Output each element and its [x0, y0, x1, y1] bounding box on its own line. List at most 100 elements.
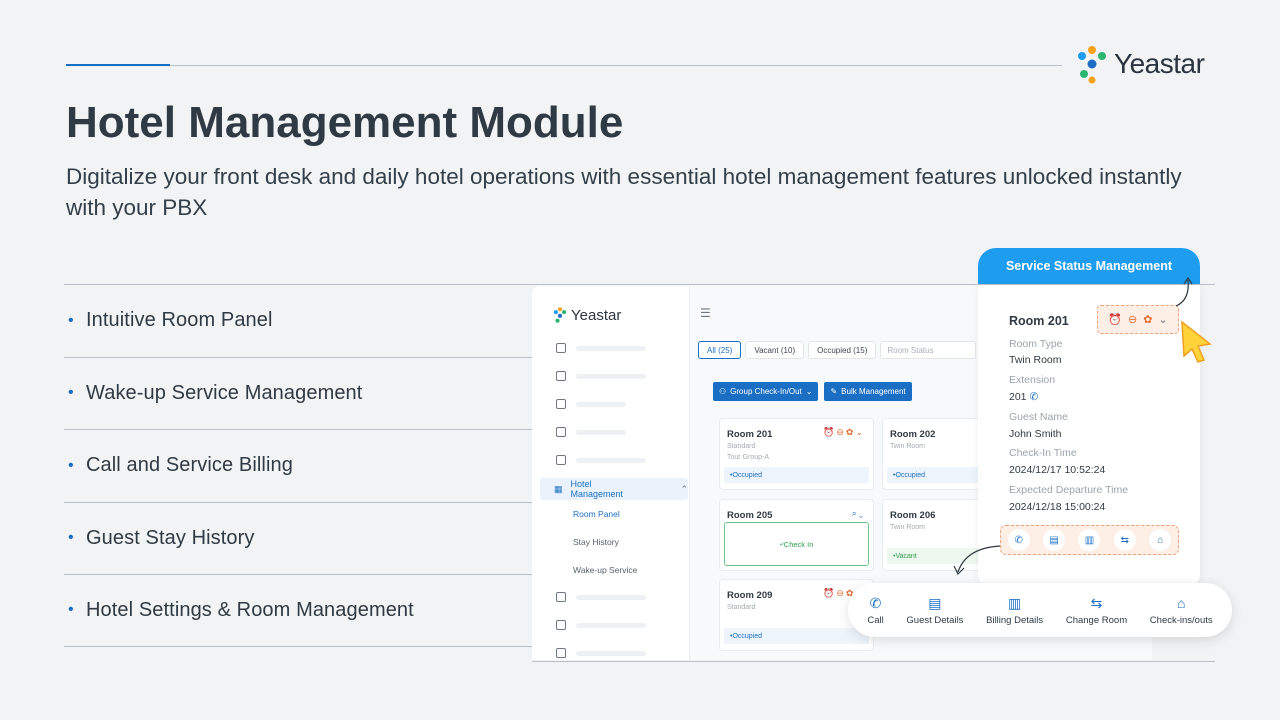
feature-label: Guest Stay History	[86, 526, 255, 549]
feature-item: • Guest Stay History	[64, 501, 532, 575]
swap-icon[interactable]: ⇆	[1113, 529, 1136, 551]
bullet-icon: •	[68, 311, 74, 329]
tool-label: Check-ins/outs	[1149, 614, 1213, 626]
service-status-management-callout: Service Status Management	[978, 248, 1200, 284]
feature-item: • Hotel Settings & Room Management	[64, 574, 532, 647]
sidebar-item[interactable]	[556, 620, 646, 630]
feature-item: • Call and Service Billing	[64, 429, 532, 502]
bulk-actions: ⚇ Group Check-In/Out ⌄ ✎ Bulk Management	[713, 382, 912, 401]
feature-item: • Intuitive Room Panel	[64, 284, 532, 357]
room-status-label: Occupied	[732, 471, 763, 479]
tool-label: Change Room	[1065, 614, 1128, 626]
phone-icon[interactable]: ✆	[1007, 529, 1030, 551]
room-type: Twin Room	[890, 524, 926, 531]
group-check-in-out-button[interactable]: ⚇ Group Check-In/Out ⌄	[713, 382, 819, 401]
microphone-icon	[556, 648, 566, 658]
room-name: Room 206	[890, 510, 936, 521]
service-status-icons[interactable]: ⏰⊖✿⌄	[823, 427, 865, 438]
room-group: Tour Group-A	[727, 454, 770, 461]
voicemail-icon	[556, 620, 566, 630]
tool-label: Billing Details	[986, 614, 1044, 626]
arrow-icon	[953, 545, 1001, 576]
group-icon: ⚇	[719, 387, 727, 396]
bullet-icon: •	[68, 456, 74, 474]
room-name: Room 205	[727, 510, 773, 521]
app-logo: Yeastar	[552, 306, 621, 324]
app-sidebar: Yeastar ▦ Hotel Management ⌃ Room Panel …	[532, 286, 690, 660]
bulk-management-button[interactable]: ✎ Bulk Management	[824, 382, 912, 401]
billing-details-button[interactable]: ▥ Billing Details	[986, 595, 1043, 626]
sidebar-placeholder	[576, 345, 646, 351]
feature-label: Hotel Settings & Room Management	[86, 598, 414, 621]
check-in-out-icon[interactable]: ⌂	[1149, 529, 1172, 551]
detail-label: Guest Name	[1009, 411, 1068, 423]
service-status-icons[interactable]: ⌕⌄	[852, 508, 865, 519]
sidebar-item[interactable]	[556, 399, 626, 409]
document-icon	[556, 371, 566, 381]
feature-item: • Wake-up Service Management	[64, 356, 532, 430]
room-card[interactable]: Room 201 ⏰⊖✿⌄ Standard Tour Group-A • Oc…	[719, 418, 874, 490]
call-button[interactable]: ✆ Call	[867, 595, 883, 626]
tool-label: Call	[867, 614, 884, 626]
sidebar-item[interactable]	[556, 592, 646, 602]
room-name: Room 209	[727, 590, 773, 601]
sidebar-item-label: Hotel Management	[570, 479, 624, 499]
sidebar-item-hotel-management[interactable]: ▦ Hotel Management ⌃	[540, 478, 688, 500]
room-type: Standard	[727, 604, 756, 611]
check-in-out-icon: ⌂	[1176, 594, 1186, 611]
quick-action-icons: ✆ ▤ ▥ ⇆ ⌂	[1000, 525, 1179, 555]
detail-value: 201 ✆	[1009, 391, 1038, 403]
sidebar-item[interactable]	[556, 427, 626, 437]
detail-value: 2024/12/17 10:52:24	[1009, 464, 1106, 476]
edit-icon: ✎	[830, 387, 838, 396]
brand-name: Yeastar	[1114, 48, 1205, 79]
sidebar-subitem-room-panel[interactable]: Room Panel	[573, 509, 620, 519]
filter-all[interactable]: All (25)	[698, 341, 742, 359]
room-status: • Occupied	[724, 628, 869, 644]
room-status-label: Occupied	[895, 471, 926, 479]
change-room-button[interactable]: ⇆ Change Room	[1066, 595, 1127, 626]
header-rule-accent	[66, 64, 170, 66]
sidebar-subitem-stay-history[interactable]: Stay History	[573, 537, 619, 547]
sidebar-item[interactable]	[556, 455, 646, 465]
document-icon	[556, 592, 566, 602]
detail-value: Twin Room	[1009, 354, 1062, 366]
sidebar-placeholder	[576, 622, 646, 628]
header-rule	[66, 65, 1062, 66]
room-filters: All (25) Vacant (10) Occupied (15) Room …	[698, 341, 977, 359]
room-name: Room 202	[890, 429, 936, 440]
sidebar-subitem-wake-up-service[interactable]: Wake-up Service	[573, 565, 637, 575]
sidebar-placeholder	[576, 457, 646, 463]
sidebar-item[interactable]	[556, 371, 646, 381]
chevron-down-icon: ⌄	[1158, 314, 1168, 326]
yeastar-logo-icon	[553, 307, 567, 323]
divider	[532, 661, 1215, 662]
button-label: Bulk Management	[841, 387, 906, 396]
check-in-button[interactable]: ⤶ Check In	[724, 522, 869, 566]
feature-label: Wake-up Service Management	[86, 381, 363, 404]
building-icon: ▦	[554, 483, 563, 494]
menu-icon[interactable]: ☰	[700, 306, 711, 320]
sidebar-placeholder	[576, 594, 646, 600]
sidebar-item[interactable]	[556, 648, 646, 658]
brand-logo: Yeastar	[1074, 42, 1205, 86]
billing-icon[interactable]: ▥	[1078, 529, 1101, 551]
billing-icon: ▥	[1008, 594, 1022, 611]
service-status-selector[interactable]: ⏰ ⊖ ✿ ⌄	[1097, 305, 1179, 334]
room-status-label: Occupied	[732, 632, 763, 640]
sidebar-item[interactable]	[556, 343, 646, 353]
guest-details-button[interactable]: ▤ Guest Details	[906, 595, 963, 626]
room-status-select[interactable]: Room Status	[880, 341, 977, 359]
users-icon	[556, 343, 566, 353]
page-title: Hotel Management Module	[66, 98, 624, 147]
detail-value: 2024/12/18 15:00:24	[1009, 501, 1106, 513]
room-card[interactable]: Room 205 ⌕⌄ ⤶ Check In	[719, 499, 874, 571]
shield-icon	[556, 427, 566, 437]
guest-details-icon[interactable]: ▤	[1043, 529, 1066, 551]
filter-occupied[interactable]: Occupied (15)	[808, 341, 877, 359]
filter-vacant[interactable]: Vacant (10)	[745, 341, 805, 359]
detail-label: Expected Departure Time	[1009, 484, 1129, 496]
detail-label: Check-In Time	[1009, 447, 1077, 459]
phone-icon[interactable]: ✆	[1029, 391, 1038, 403]
check-ins-outs-button[interactable]: ⌂ Check-ins/outs	[1150, 595, 1213, 626]
